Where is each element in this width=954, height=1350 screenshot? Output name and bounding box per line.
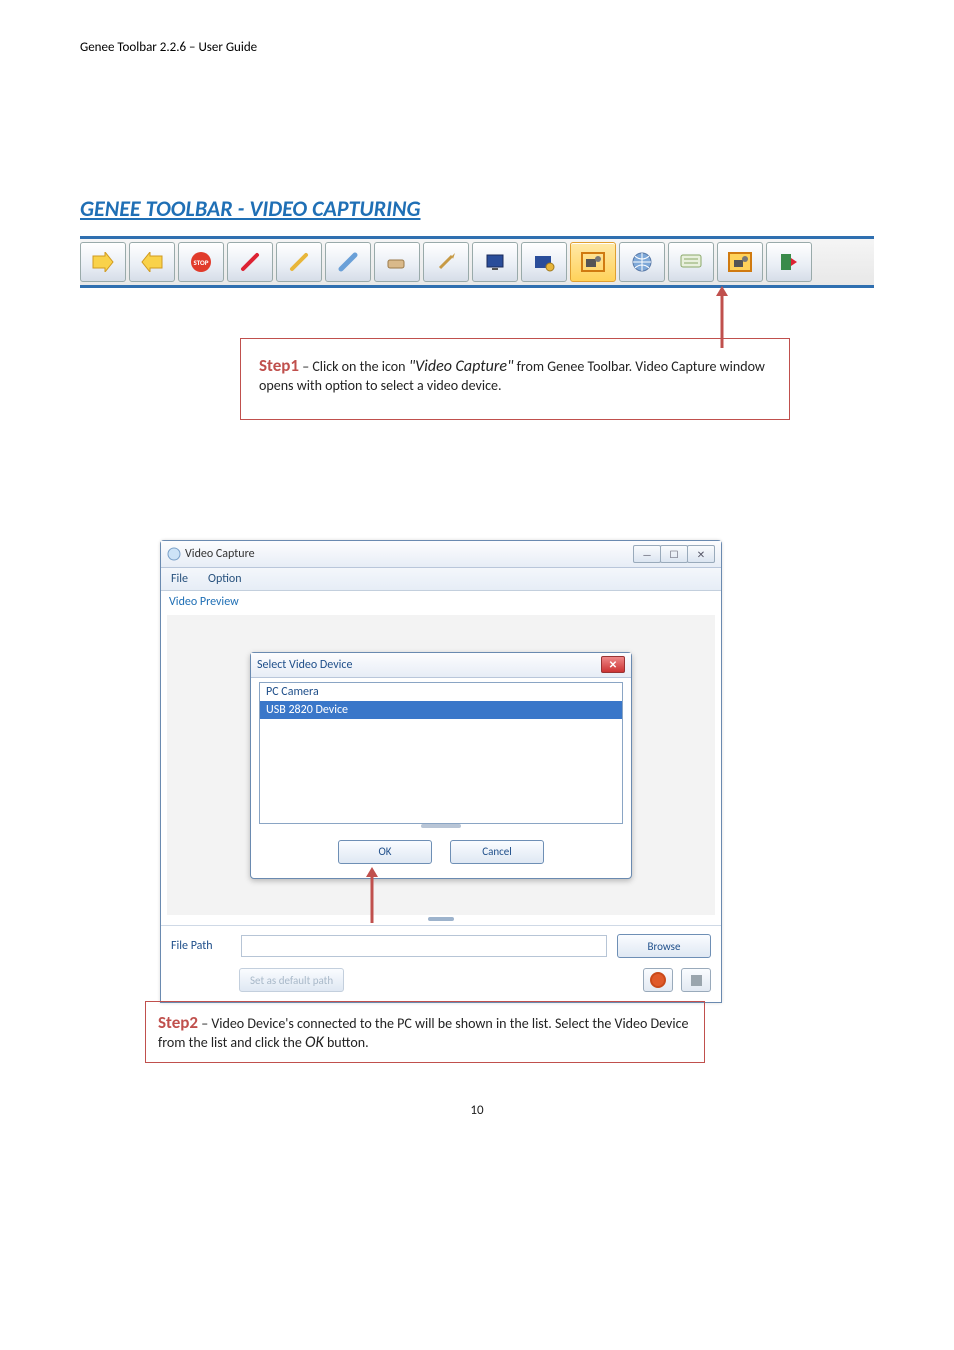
snapshot-icon[interactable] xyxy=(521,242,567,282)
step1-arrow-icon xyxy=(712,286,732,348)
video-preview-label: Video Preview xyxy=(161,591,721,613)
record-button[interactable] xyxy=(643,968,673,992)
app-icon xyxy=(167,547,181,561)
back-arrow-icon[interactable] xyxy=(129,242,175,282)
step1-text-a: – Click on the icon xyxy=(299,358,409,375)
highlighter-icon[interactable] xyxy=(325,242,371,282)
svg-text:STOP: STOP xyxy=(194,258,209,267)
window-title: Video Capture xyxy=(185,547,255,561)
browse-button[interactable]: Browse xyxy=(617,934,711,958)
genee-toolbar: STOP xyxy=(80,236,874,288)
pane-resize-gripper[interactable] xyxy=(161,915,721,925)
video-preview-area: Select Video Device ✕ PC Camera USB 2820… xyxy=(167,615,715,915)
step2-arrow-icon xyxy=(364,867,380,923)
eraser-icon[interactable] xyxy=(374,242,420,282)
list-item[interactable]: USB 2820 Device xyxy=(260,701,622,719)
page-number: 10 xyxy=(80,1103,874,1118)
pen-red-icon[interactable] xyxy=(227,242,273,282)
doc-header: Genee Toolbar 2.2.6 – User Guide xyxy=(80,40,874,55)
step2-label: Step2 xyxy=(158,1012,198,1033)
list-item[interactable]: PC Camera xyxy=(260,683,622,701)
set-default-path-button[interactable]: Set as default path xyxy=(239,968,344,992)
stop-icon[interactable]: STOP xyxy=(178,242,224,282)
maximize-button[interactable]: ☐ xyxy=(660,545,688,563)
pen-yellow-icon[interactable] xyxy=(276,242,322,282)
ok-button[interactable]: OK xyxy=(338,840,432,864)
exit-icon[interactable] xyxy=(766,242,812,282)
keyboard-icon[interactable] xyxy=(668,242,714,282)
pointer-icon[interactable] xyxy=(423,242,469,282)
step2-text-a: – Video Device's connected to the PC wil… xyxy=(158,1015,688,1051)
globe-icon[interactable] xyxy=(619,242,665,282)
file-path-label: File Path xyxy=(171,939,231,953)
dialog-close-button[interactable]: ✕ xyxy=(601,656,625,673)
screen-icon[interactable] xyxy=(472,242,518,282)
next-arrow-icon[interactable] xyxy=(80,242,126,282)
file-path-input[interactable] xyxy=(241,935,607,957)
minimize-button[interactable]: — xyxy=(633,545,661,563)
video-capture-window: Video Capture — ☐ ✕ File Option Video Pr… xyxy=(160,540,722,1003)
menubar: File Option xyxy=(161,568,721,591)
select-device-dialog: Select Video Device ✕ PC Camera USB 2820… xyxy=(250,652,632,879)
section-title: GENEE TOOLBAR - VIDEO CAPTURING xyxy=(80,195,874,222)
window-titlebar: Video Capture — ☐ ✕ xyxy=(161,541,721,568)
step1-callout: Step1 – Click on the icon "Video Capture… xyxy=(240,338,790,420)
menu-option[interactable]: Option xyxy=(198,572,252,586)
step2-text-b: button. xyxy=(324,1034,369,1051)
video-capture-icon[interactable] xyxy=(570,242,616,282)
device-listbox[interactable]: PC Camera USB 2820 Device xyxy=(259,682,623,824)
step1-label: Step1 xyxy=(259,355,299,376)
stop-record-button[interactable] xyxy=(681,968,711,992)
close-button[interactable]: ✕ xyxy=(687,545,715,563)
step1-emph: "Video Capture" xyxy=(409,357,514,376)
step2-callout: Step2 – Video Device's connected to the … xyxy=(145,1001,705,1063)
menu-file[interactable]: File xyxy=(161,572,198,586)
cancel-button[interactable]: Cancel xyxy=(450,840,544,864)
dialog-title: Select Video Device xyxy=(257,658,352,672)
step2-emph: OK xyxy=(305,1033,324,1052)
camera-highlight-icon[interactable] xyxy=(717,242,763,282)
